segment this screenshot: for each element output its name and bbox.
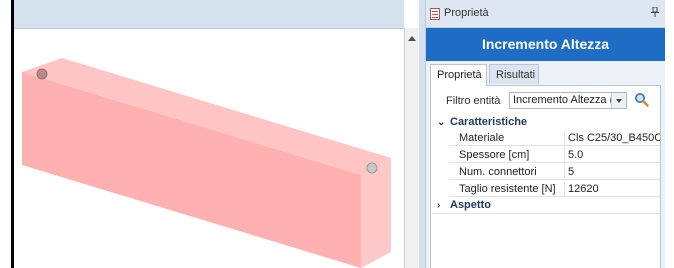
pane-titlebar: Proprietà — [426, 0, 665, 28]
property-name: Materiale — [449, 130, 565, 146]
connector-node[interactable] — [366, 162, 378, 174]
tab-strip: Proprietà Risultati — [430, 64, 661, 86]
scroll-up-icon[interactable] — [408, 36, 416, 41]
property-value[interactable]: 12620 — [565, 181, 660, 197]
property-row[interactable]: Spessore [cm] 5.0 — [432, 147, 660, 164]
filter-selected-value: Incremento Altezza (1) — [513, 94, 624, 106]
filter-label: Filtro entità — [446, 95, 501, 107]
tab-proprieta[interactable]: Proprietà — [430, 64, 487, 86]
property-name: Num. connettori — [449, 164, 565, 180]
tab-content: Filtro entità Incremento Altezza (1) ⌄ C… — [430, 85, 661, 268]
tab-risultati[interactable]: Risultati — [489, 64, 539, 84]
beam-model[interactable] — [14, 0, 404, 268]
property-name: Spessore [cm] — [449, 147, 565, 163]
property-row[interactable]: Materiale Cls C25/30_B450C — [432, 130, 660, 147]
vertical-scrollbar[interactable] — [404, 28, 420, 268]
property-value[interactable]: 5.0 — [565, 147, 660, 163]
chevron-right-icon[interactable]: › — [437, 198, 440, 213]
pane-splitter[interactable] — [419, 0, 426, 268]
search-icon[interactable] — [634, 92, 649, 107]
connector-node[interactable] — [36, 68, 48, 80]
category-label: Caratteristiche — [450, 116, 528, 128]
entity-header: Incremento Altezza — [426, 28, 665, 61]
category-aspetto[interactable]: › Aspetto — [432, 198, 660, 213]
property-name: Taglio resistente [N] — [449, 181, 565, 197]
chevron-down-icon[interactable]: ⌄ — [437, 115, 445, 130]
entity-filter-select[interactable]: Incremento Altezza (1) — [509, 92, 627, 109]
pane-title: Proprietà — [444, 7, 489, 19]
property-grid: ⌄ Caratteristiche Materiale Cls C25/30_B… — [432, 115, 660, 214]
category-caratteristiche[interactable]: ⌄ Caratteristiche — [432, 115, 660, 130]
beam-end-face — [361, 158, 391, 268]
property-value[interactable]: Cls C25/30_B450C — [565, 130, 660, 146]
pin-icon[interactable] — [651, 6, 659, 20]
properties-icon — [430, 8, 440, 20]
property-value[interactable]: 5 — [565, 164, 660, 180]
category-label: Aspetto — [450, 199, 491, 211]
properties-pane: Proprietà Incremento Altezza Proprietà R… — [426, 0, 665, 268]
3d-viewport[interactable] — [14, 0, 404, 268]
grid-divider — [432, 213, 660, 214]
property-row[interactable]: Taglio resistente [N] 12620 — [432, 181, 660, 198]
property-row[interactable]: Num. connettori 5 — [432, 164, 660, 181]
dropdown-icon[interactable] — [611, 93, 626, 108]
